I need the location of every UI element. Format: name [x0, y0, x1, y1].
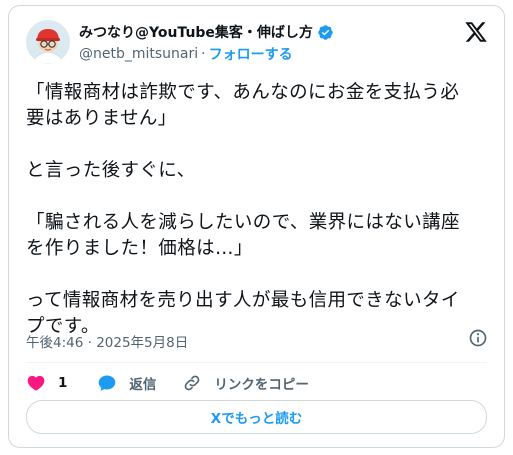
follow-button[interactable]: フォローする	[209, 44, 293, 64]
tweet-line: 「騙される人を減らしたいので、業界にはない講座	[26, 212, 460, 233]
reply-label: 返信	[129, 377, 157, 393]
tweet-line: と言った後すぐに、	[26, 160, 196, 181]
link-icon	[185, 375, 200, 391]
tweet-line: 「情報商材は詐欺です、あんなのにお金を支払う必	[26, 82, 460, 103]
copy-link-label: リンクをコピー	[214, 377, 309, 393]
tweet-line: を作りました！価格は…」	[26, 238, 253, 259]
tweet-line-blank	[26, 132, 496, 158]
avatar-illustration-icon	[26, 20, 70, 64]
author-handle[interactable]: @netb_mitsunari	[79, 46, 198, 62]
avatar[interactable]	[26, 20, 70, 64]
author-name-row: みつなり@YouTube集客・伸ばし方	[79, 22, 334, 42]
tweet-line: 要はありません」	[26, 108, 177, 129]
author-display-name[interactable]: みつなり@YouTube集客・伸ばし方	[79, 22, 313, 42]
read-more-button[interactable]: Xでもっと読む	[26, 400, 487, 434]
reply-bubble-icon	[99, 375, 116, 391]
tweet-timestamp[interactable]: 午後4:46 · 2025年5月8日	[26, 331, 188, 351]
like-count: 1	[58, 375, 68, 391]
divider	[26, 362, 487, 363]
author-handle-row: @netb_mitsunari · フォローする	[79, 44, 293, 64]
verified-badge-icon	[318, 24, 333, 40]
x-logo-icon[interactable]	[464, 20, 488, 44]
heart-icon	[27, 375, 45, 391]
tweet-line: って情報商材を売り出す人が最も信用できないタイ	[26, 290, 460, 311]
handle-separator: ·	[201, 46, 206, 62]
tweet-line-blank	[26, 184, 496, 210]
action-bar: 1 返信 リンクをコピー	[26, 368, 331, 398]
info-icon[interactable]	[468, 328, 488, 348]
like-button[interactable]: 1	[26, 373, 67, 393]
tweet-text: 「情報商材は詐欺です、あんなのにお金を支払う必 要はありません」 と言った後すぐ…	[26, 80, 496, 340]
reply-button[interactable]: 返信	[97, 373, 156, 393]
tweet-timestamp-row: 午後4:46 · 2025年5月8日	[26, 331, 188, 351]
tweet-line-blank	[26, 262, 496, 288]
copy-link-button[interactable]: リンクをコピー	[182, 373, 309, 393]
tweet-card: みつなり@YouTube集客・伸ばし方 @netb_mitsunari · フォ…	[8, 5, 505, 448]
